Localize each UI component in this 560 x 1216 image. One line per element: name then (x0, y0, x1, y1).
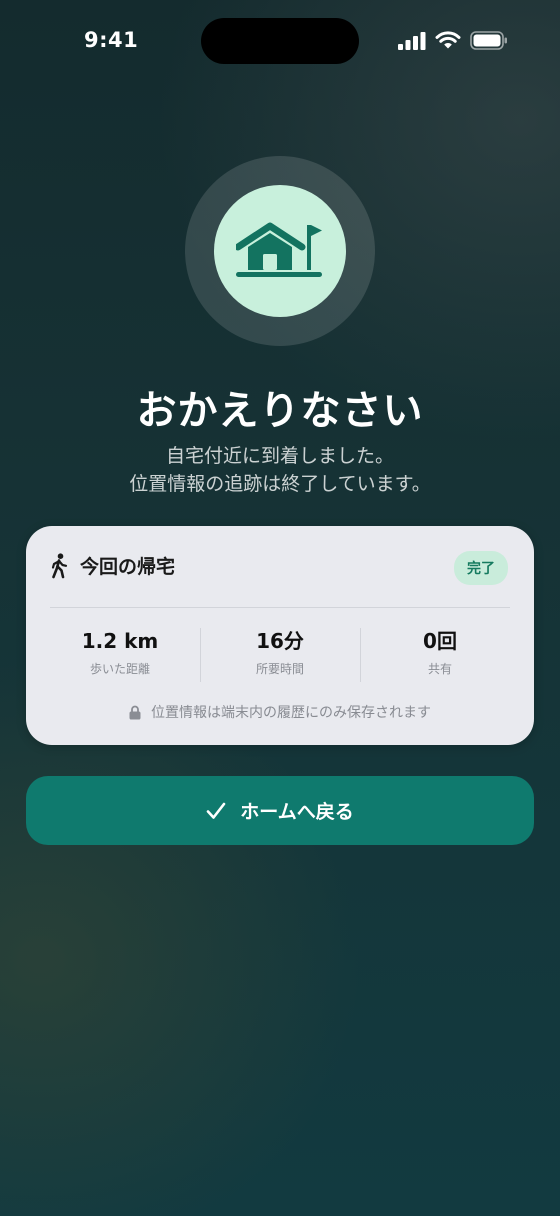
card-title: 今回の帰宅 (80, 556, 176, 578)
page-title: おかえりなさい (136, 388, 424, 434)
trip-summary-card: 今回の帰宅 完了 1.2 km 歩いた距離 16分 所要時間 0回 共有 位置情… (26, 526, 534, 745)
screen: 9:41 おかえりなさい 自宅付近に到着しました。 位置情報の追跡は終了していま… (0, 0, 560, 1216)
stat-shares: 0回 共有 (360, 628, 520, 682)
stat-shares-value: 0回 (423, 629, 457, 653)
status-badge: 完了 (454, 551, 508, 585)
card-header: 今回の帰宅 (50, 552, 175, 579)
lock-icon (129, 705, 141, 719)
subtitle-line-1: 自宅付近に到着しました。 (165, 445, 394, 467)
return-home-label: ホームへ戻る (240, 801, 354, 823)
stat-shares-label: 共有 (427, 662, 452, 676)
hero-icon-circle (214, 185, 346, 317)
stat-distance-value: 1.2 km (81, 629, 159, 653)
subtitle-line-2: 位置情報の追跡は終了しています。 (129, 473, 431, 495)
battery-icon (470, 31, 507, 50)
stat-duration-value: 16分 (256, 629, 304, 653)
page-subtitle: 自宅付近に到着しました。 位置情報の追跡は終了しています。 (0, 442, 560, 498)
stat-distance-label: 歩いた距離 (89, 662, 150, 676)
privacy-note: 位置情報は端末内の履歴にのみ保存されます (26, 702, 534, 722)
status-icons (398, 31, 508, 50)
return-home-button[interactable]: ホームへ戻る (26, 776, 534, 845)
stat-distance: 1.2 km 歩いた距離 (40, 628, 200, 682)
trip-stats: 1.2 km 歩いた距離 16分 所要時間 0回 共有 (40, 628, 520, 682)
wifi-icon (435, 31, 461, 49)
stat-duration-label: 所要時間 (255, 662, 304, 676)
stat-duration: 16分 所要時間 (200, 628, 360, 682)
card-divider (50, 607, 510, 608)
cellular-signal-icon (398, 31, 426, 50)
checkmark-icon (206, 802, 226, 819)
privacy-note-text: 位置情報は端末内の履歴にのみ保存されます (151, 705, 431, 721)
walking-person-icon (51, 552, 68, 578)
dynamic-island (201, 18, 359, 64)
status-bar: 9:41 (0, 0, 560, 84)
status-time: 9:41 (84, 28, 139, 52)
home-flag-icon (236, 222, 322, 277)
